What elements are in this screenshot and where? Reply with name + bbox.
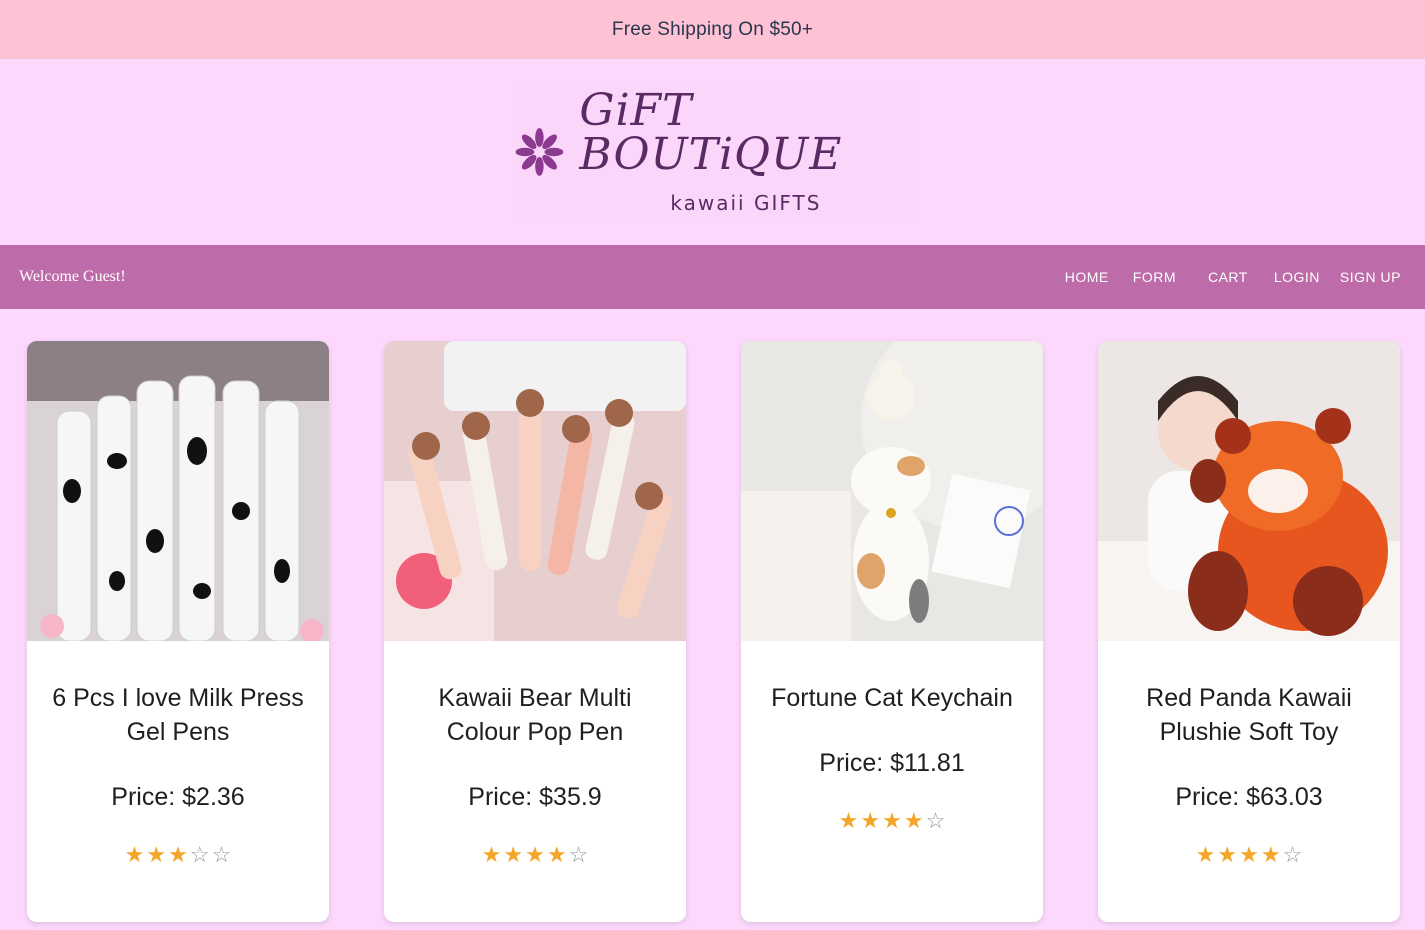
star-filled-icon: ★ xyxy=(838,808,859,833)
nav-cart-link[interactable]: CART xyxy=(1188,269,1260,285)
logo-title: GiFT BOUTiQUE xyxy=(579,85,843,180)
product-title[interactable]: Red Panda Kawaii Plushie Soft Toy xyxy=(1098,681,1400,749)
product-price: Price: $11.81 xyxy=(819,749,965,777)
star-rating: ★ ★ ★ ☆ ☆ xyxy=(125,842,232,868)
star-filled-icon: ★ xyxy=(882,808,902,833)
product-title[interactable]: Fortune Cat Keychain xyxy=(753,681,1031,715)
nav-signup-link[interactable]: SIGN UP xyxy=(1332,269,1401,285)
star-filled-icon: ★ xyxy=(503,842,524,867)
logo-subtitle: kawaii GIFTS xyxy=(670,191,822,215)
star-filled-icon: ★ xyxy=(168,842,188,867)
star-rating: ★ ★ ★ ★ ☆ xyxy=(1196,842,1303,868)
product-title[interactable]: Kawaii Bear Multi Colour Pop Pen xyxy=(384,681,686,749)
star-filled-icon: ★ xyxy=(1217,842,1238,867)
product-image-red-panda[interactable] xyxy=(1098,341,1400,641)
promo-banner: Free Shipping On $50+ xyxy=(0,0,1425,59)
star-filled-icon: ★ xyxy=(124,842,145,867)
nav-links: HOME FORM CART LOGIN SIGN UP xyxy=(1053,269,1401,285)
product-price: Price: $35.9 xyxy=(468,783,602,811)
star-filled-icon: ★ xyxy=(860,808,881,833)
navbar: Welcome Guest! HOME FORM CART LOGIN SIGN… xyxy=(0,245,1425,309)
site-header: GiFT BOUTiQUE kawaii GIFTS xyxy=(0,59,1425,245)
product-card[interactable]: Kawaii Bear Multi Colour Pop Pen Price: … xyxy=(384,341,686,922)
product-card[interactable]: 6 Pcs I love Milk Press Gel Pens Price: … xyxy=(27,341,329,922)
star-filled-icon: ★ xyxy=(481,842,502,867)
promo-text: Free Shipping On $50+ xyxy=(611,18,814,40)
star-rating: ★ ★ ★ ★ ☆ xyxy=(839,808,946,834)
welcome-text: Welcome Guest! xyxy=(19,268,126,285)
star-rating: ★ ★ ★ ★ ☆ xyxy=(482,842,589,868)
logo[interactable]: GiFT BOUTiQUE kawaii GIFTS xyxy=(512,82,913,222)
nav-home-link[interactable]: HOME xyxy=(1053,269,1121,285)
star-filled-icon: ★ xyxy=(903,808,924,833)
flower-icon xyxy=(515,128,563,176)
star-empty-icon: ☆ xyxy=(925,808,946,833)
product-card[interactable]: Fortune Cat Keychain Price: $11.81 ★ ★ ★… xyxy=(741,341,1043,922)
star-filled-icon: ★ xyxy=(146,842,167,867)
star-empty-icon: ☆ xyxy=(189,842,210,867)
star-empty-icon: ☆ xyxy=(568,842,589,867)
star-filled-icon: ★ xyxy=(1239,842,1259,867)
product-price: Price: $2.36 xyxy=(111,783,245,811)
product-card[interactable]: Red Panda Kawaii Plushie Soft Toy Price:… xyxy=(1098,341,1400,922)
star-filled-icon: ★ xyxy=(525,842,545,867)
star-empty-icon: ☆ xyxy=(1282,842,1303,867)
nav-login-link[interactable]: LOGIN xyxy=(1260,269,1332,285)
nav-form-link[interactable]: FORM xyxy=(1121,269,1188,285)
product-price: Price: $63.03 xyxy=(1175,783,1323,811)
product-image-cat-keychain[interactable] xyxy=(741,341,1043,641)
product-image-bear-pens[interactable] xyxy=(384,341,686,641)
star-empty-icon: ☆ xyxy=(211,842,232,867)
product-title[interactable]: 6 Pcs I love Milk Press Gel Pens xyxy=(27,681,329,749)
star-filled-icon: ★ xyxy=(1260,842,1281,867)
product-grid: 6 Pcs I love Milk Press Gel Pens Price: … xyxy=(0,309,1425,922)
star-filled-icon: ★ xyxy=(1195,842,1216,867)
product-image-cow-pens[interactable] xyxy=(27,341,329,641)
star-filled-icon: ★ xyxy=(546,842,567,867)
